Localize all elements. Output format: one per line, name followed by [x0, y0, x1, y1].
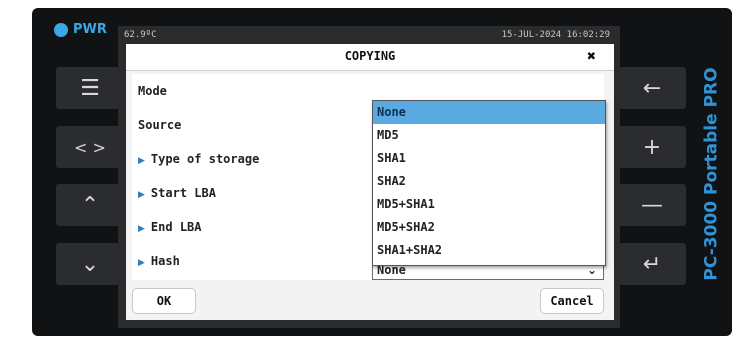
dropdown-option[interactable]: SHA1: [373, 147, 605, 170]
end-lba-label: End LBA: [150, 220, 202, 234]
power-led-icon: [54, 22, 68, 37]
source-label: Source: [138, 118, 181, 132]
expand-triangle-icon: ▶: [138, 258, 145, 268]
start-lba-label: Start LBA: [150, 186, 216, 200]
expand-triangle-icon: ▶: [138, 190, 145, 200]
arrow-left-icon: ←: [642, 75, 662, 101]
down-button[interactable]: ⌄: [56, 243, 124, 285]
ok-button[interactable]: OK: [132, 288, 196, 314]
chevrons-left-right-icon: < >: [74, 137, 106, 157]
hash-label: Hash: [150, 254, 180, 268]
back-button[interactable]: ←: [618, 67, 686, 109]
brand-text: PC-3000 Portable PRO: [702, 67, 722, 281]
minus-button[interactable]: —: [618, 184, 686, 226]
close-icon[interactable]: ✖: [587, 47, 596, 65]
left-right-button[interactable]: < >: [56, 126, 124, 168]
dropdown-option[interactable]: MD5+SHA2: [373, 216, 605, 239]
mode-label: Mode: [138, 84, 167, 98]
end-lba-item[interactable]: ▶ End LBA: [138, 220, 202, 234]
power-indicator: PWR: [54, 22, 107, 37]
expand-triangle-icon: ▶: [138, 224, 145, 234]
plus-button[interactable]: +: [618, 126, 686, 168]
cancel-button[interactable]: Cancel: [540, 288, 604, 314]
power-label: PWR: [73, 22, 107, 37]
expand-triangle-icon: ▶: [138, 156, 145, 166]
brand-label: PC-3000 Portable PRO: [692, 56, 732, 292]
temperature-readout: 62.9ºC: [124, 30, 157, 40]
hash-dropdown-list[interactable]: None MD5 SHA1 SHA2 MD5+SHA1 MD5+SHA2 SHA…: [372, 100, 606, 266]
dropdown-option[interactable]: SHA2: [373, 170, 605, 193]
dialog-header: COPYING ✖: [126, 44, 614, 71]
hash-item[interactable]: ▶ Hash: [138, 254, 180, 268]
up-button[interactable]: ⌃: [56, 184, 124, 226]
source-label-text: Source: [138, 118, 182, 132]
hamburger-icon: ☰: [80, 75, 100, 101]
dropdown-option[interactable]: MD5: [373, 124, 605, 147]
type-of-storage-label: Type of storage: [150, 152, 260, 166]
dropdown-option[interactable]: MD5+SHA1: [373, 193, 605, 216]
menu-button[interactable]: ☰: [56, 67, 124, 109]
start-lba-item[interactable]: ▶ Start LBA: [138, 186, 216, 200]
copying-dialog: COPYING ✖ Mode Source ▶ Type of storage ▶…: [126, 44, 614, 320]
ok-button-label: OK: [156, 294, 172, 308]
dialog-title: COPYING: [344, 49, 396, 63]
enter-button[interactable]: ↵: [618, 243, 686, 285]
datetime-readout: 15-JUL-2024 16:02:29: [501, 30, 610, 40]
dropdown-option[interactable]: None: [373, 101, 605, 124]
enter-icon: ↵: [642, 251, 662, 277]
minus-icon: —: [641, 192, 663, 218]
chevron-down-icon: ⌄: [80, 251, 100, 277]
mode-label-text: Mode: [138, 84, 167, 98]
status-bar: 62.9ºC 15-JUL-2024 16:02:29: [118, 26, 620, 44]
chevron-up-icon: ⌃: [80, 192, 100, 218]
cancel-button-label: Cancel: [550, 294, 594, 308]
plus-icon: +: [642, 134, 662, 160]
type-of-storage-item[interactable]: ▶ Type of storage: [138, 152, 259, 166]
lcd-screen: 62.9ºC 15-JUL-2024 16:02:29 COPYING ✖ Mo…: [118, 26, 620, 328]
dropdown-option[interactable]: SHA1+SHA2: [373, 239, 605, 262]
